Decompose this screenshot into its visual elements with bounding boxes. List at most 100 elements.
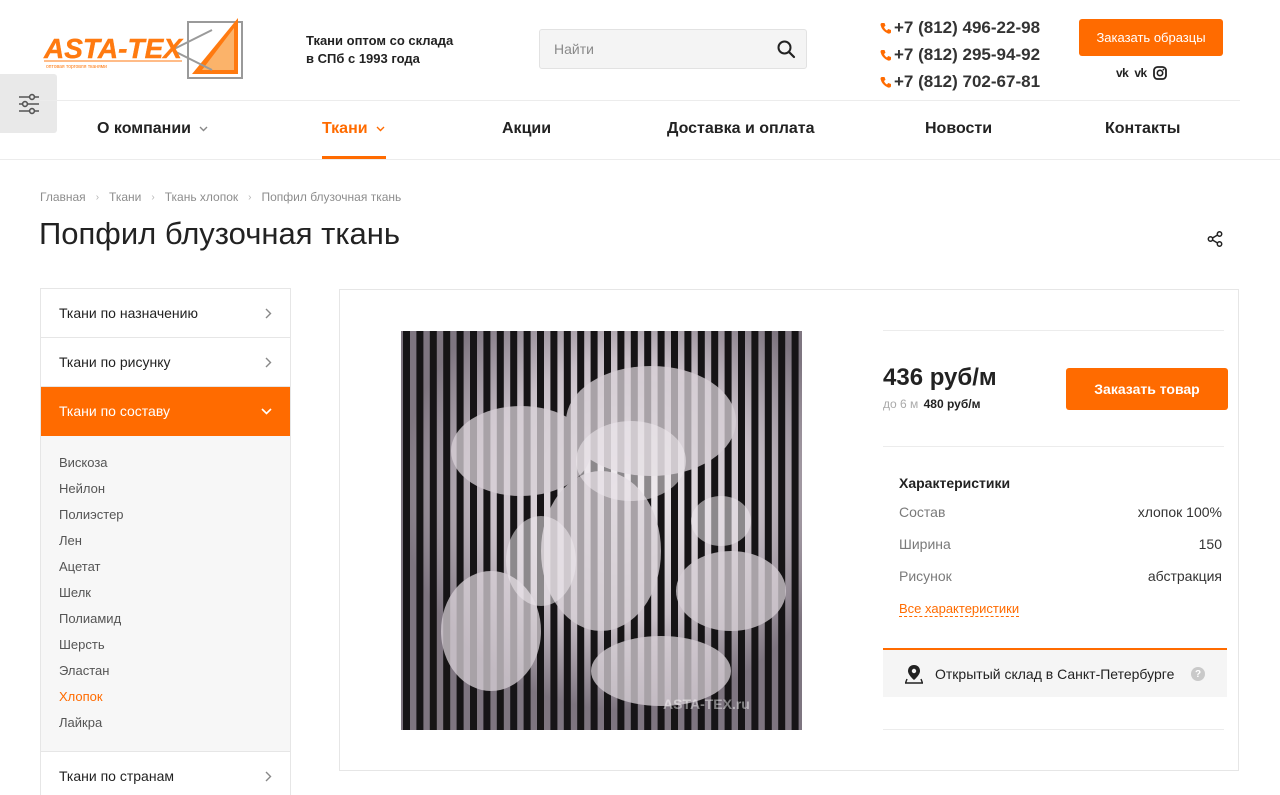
fabric-stripe xyxy=(443,331,451,730)
sidebar-item-purpose[interactable]: Ткани по назначению xyxy=(41,289,290,338)
submenu-item[interactable]: Ацетат xyxy=(59,559,100,574)
chevron-right-icon xyxy=(265,357,272,368)
logo-graphic: ASTA-TEX оптовая торговля тканями xyxy=(43,18,243,79)
all-characteristics-link[interactable]: Все характеристики xyxy=(899,601,1020,617)
composition-submenu: Вискоза Нейлон Полиэстер Лен Ацетат Шелк… xyxy=(41,436,290,751)
instagram-icon[interactable] xyxy=(1152,66,1167,80)
submenu-item[interactable]: Вискоза xyxy=(59,455,108,470)
chevron-down-icon xyxy=(261,408,272,415)
fabric-stripe xyxy=(791,331,799,730)
nav-divider xyxy=(0,159,1280,160)
submenu-item[interactable]: Лайкра xyxy=(59,715,102,730)
chevron-down-icon xyxy=(199,126,208,132)
filter-toggle-button[interactable] xyxy=(0,74,57,133)
phone-item[interactable]: +7 (812) 702-67-81 xyxy=(880,68,1060,95)
breadcrumb-separator-icon: › xyxy=(151,191,155,203)
fabric-pattern-image: ASTA-TEX.ru xyxy=(401,331,802,730)
nav-item-delivery[interactable]: Доставка и оплата xyxy=(667,110,815,148)
submenu-item[interactable]: Нейлон xyxy=(59,481,105,496)
product-price: 436 руб/м xyxy=(883,364,997,391)
sidebar-item-label: Ткани по странам xyxy=(59,767,174,784)
logo-caption: оптовая торговля тканями xyxy=(46,64,107,70)
nav-item-about[interactable]: О компании xyxy=(97,110,208,148)
submenu-item[interactable]: Полиамид xyxy=(59,611,121,626)
phone-list: +7 (812) 496-22-98 +7 (812) 295-94-92 +7… xyxy=(880,14,1060,95)
vk-icon[interactable]: vk xyxy=(1134,66,1147,80)
breadcrumb-current: Попфил блузочная ткань xyxy=(261,190,402,204)
phone-number[interactable]: +7 (812) 295-94-92 xyxy=(894,45,1040,65)
phone-icon xyxy=(880,49,891,61)
characteristic-name: Ширина xyxy=(899,536,951,552)
breadcrumb-link[interactable]: Главная xyxy=(40,190,86,204)
phone-item[interactable]: +7 (812) 496-22-98 xyxy=(880,14,1060,41)
nav-item-news[interactable]: Новости xyxy=(925,110,992,148)
submenu-item[interactable]: Шелк xyxy=(59,585,91,600)
logo-text: ASTA-TEX xyxy=(43,33,184,64)
characteristic-row: Ширина 150 xyxy=(899,536,1222,554)
order-product-button[interactable]: Заказать товар xyxy=(1066,368,1228,410)
site-logo[interactable]: ASTA-TEX оптовая торговля тканями xyxy=(42,16,246,82)
share-icon[interactable] xyxy=(1206,230,1224,248)
characteristic-row: Рисунок абстракция xyxy=(899,568,1222,586)
divider xyxy=(883,330,1224,331)
search-input[interactable] xyxy=(540,30,770,68)
phone-item[interactable]: +7 (812) 295-94-92 xyxy=(880,41,1060,68)
fabric-stripe xyxy=(764,331,772,730)
characteristic-value: 150 xyxy=(1198,536,1222,552)
fabric-stripe xyxy=(751,331,759,730)
product-image[interactable]: ASTA-TEX.ru xyxy=(401,331,802,730)
breadcrumb-link[interactable]: Ткань хлопок xyxy=(165,190,238,204)
sidebar-item-countries[interactable]: Ткани по странам xyxy=(41,751,290,795)
nav-item-promotions[interactable]: Акции xyxy=(502,110,551,148)
chevron-right-icon xyxy=(265,308,272,319)
divider xyxy=(883,446,1224,447)
search-icon[interactable] xyxy=(776,39,796,59)
store-availability[interactable]: Открытый склад в Санкт-Петербурге ? xyxy=(883,648,1227,697)
submenu-item[interactable]: Полиэстер xyxy=(59,507,124,522)
breadcrumb-link[interactable]: Ткани xyxy=(109,190,141,204)
nav-label: О компании xyxy=(97,120,191,137)
vk-icon[interactable]: vk xyxy=(1116,66,1129,80)
submenu-item[interactable]: Эластан xyxy=(59,663,109,678)
sidebar-item-pattern[interactable]: Ткани по рисунку xyxy=(41,338,290,387)
chevron-down-icon xyxy=(376,126,385,132)
price-small-value: 480 руб/м xyxy=(923,397,981,411)
nav-label: Новости xyxy=(925,120,993,137)
phone-number[interactable]: +7 (812) 496-22-98 xyxy=(894,18,1040,38)
tagline-line-2: в СПб с 1993 года xyxy=(306,51,420,66)
nav-item-contacts[interactable]: Контакты xyxy=(1105,110,1180,148)
fabric-stripe xyxy=(416,331,424,730)
characteristic-value: абстракция xyxy=(1147,568,1222,584)
product-price-small: до 6 м 480 руб/м xyxy=(883,397,980,411)
tagline: Ткани оптом со склада в СПб с 1993 года xyxy=(306,32,486,68)
nav-label: Акции xyxy=(502,120,552,137)
nav-item-fabrics[interactable]: Ткани xyxy=(322,110,385,148)
divider xyxy=(883,729,1224,730)
phone-icon xyxy=(880,22,891,34)
fabric-stripe xyxy=(778,331,786,730)
submenu-item[interactable]: Лен xyxy=(59,533,82,548)
category-sidebar: Ткани по назначению Ткани по рисунку Тка… xyxy=(40,288,291,795)
order-samples-button[interactable]: Заказать образцы xyxy=(1079,19,1223,56)
sidebar-item-composition[interactable]: Ткани по составу xyxy=(41,387,290,436)
fabric-stripe xyxy=(403,331,410,730)
help-icon[interactable]: ? xyxy=(1191,667,1205,681)
submenu-item[interactable]: Шерсть xyxy=(59,637,105,652)
breadcrumb-separator-icon: › xyxy=(95,191,100,203)
chevron-right-icon xyxy=(265,771,272,782)
submenu-item-active[interactable]: Хлопок xyxy=(59,689,103,704)
phone-number[interactable]: +7 (812) 702-67-81 xyxy=(894,72,1040,92)
sliders-icon xyxy=(18,93,39,114)
nav-label: Ткани xyxy=(322,120,368,137)
characteristics-title: Характеристики xyxy=(899,475,1011,491)
sidebar-item-label: Ткани по рисунку xyxy=(59,354,171,370)
phone-icon xyxy=(880,76,891,88)
characteristic-name: Состав xyxy=(899,504,946,520)
page-title: Попфил блузочная ткань xyxy=(39,216,401,251)
image-watermark: ASTA-TEX.ru xyxy=(663,696,750,712)
nav-label: Контакты xyxy=(1105,120,1181,137)
breadcrumb-separator-icon: › xyxy=(248,191,252,203)
store-label: Открытый склад в Санкт-Петербурге xyxy=(935,665,1175,682)
map-pin-icon xyxy=(905,664,923,684)
characteristic-value: хлопок 100% xyxy=(1137,504,1222,520)
